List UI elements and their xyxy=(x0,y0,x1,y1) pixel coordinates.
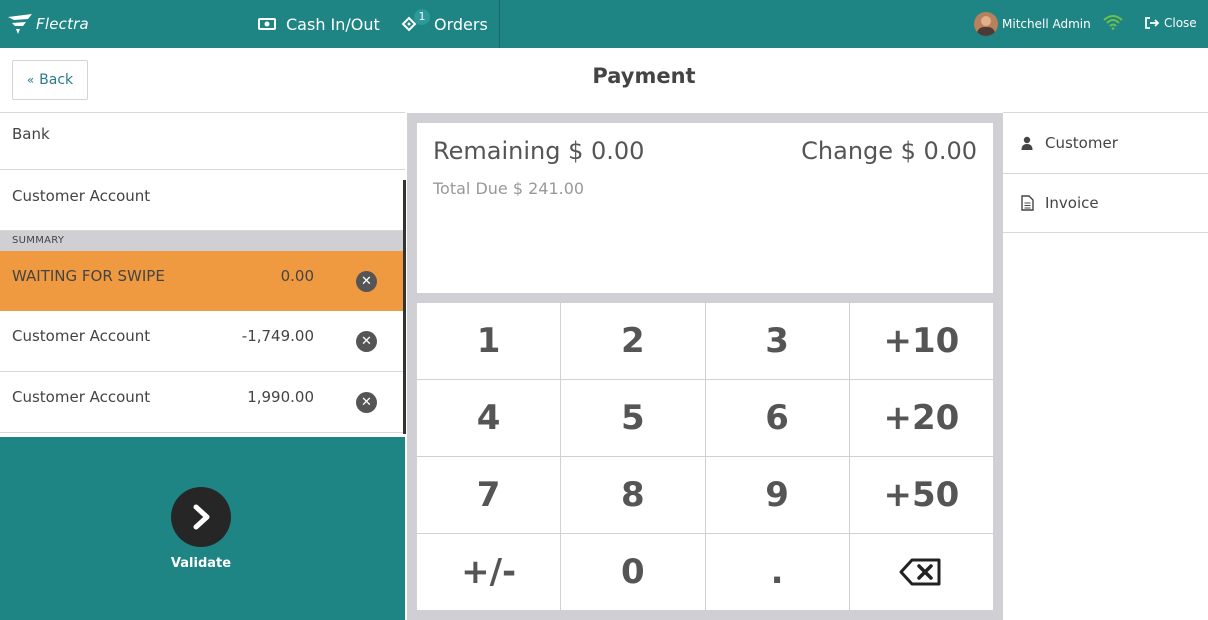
payment-line[interactable]: WAITING FOR SWIPE 0.00 ✕ xyxy=(0,251,403,311)
numpad-key-0[interactable]: 0 xyxy=(561,534,705,610)
cash-in-out-label: Cash In/Out xyxy=(286,14,380,34)
numpad-key-2[interactable]: 2 xyxy=(561,303,705,379)
delete-line-icon[interactable]: ✕ xyxy=(356,331,377,352)
payment-methods-list: Bank Customer Account xyxy=(0,113,405,231)
close-label: Close xyxy=(1164,16,1197,30)
payment-line[interactable]: Customer Account -1,749.00 ✕ xyxy=(0,311,403,372)
top-bar: Flectra Cash In/Out 1 Orders Mitchell Ad… xyxy=(0,0,1208,48)
payment-method-label: Customer Account xyxy=(12,187,151,205)
numpad-key-3[interactable]: 3 xyxy=(705,303,849,379)
payment-line-amount[interactable]: 1,990.00 xyxy=(247,388,314,406)
sign-out-icon xyxy=(1145,17,1160,29)
numpad: 1 2 3 +10 4 5 6 +20 7 8 9 +50 +/- 0 . xyxy=(417,303,993,610)
numpad-key-8[interactable]: 8 xyxy=(561,457,705,533)
payment-center: Remaining $ 0.00 Change $ 0.00 Total Due… xyxy=(407,113,1003,620)
payment-line-amount[interactable]: 0.00 xyxy=(281,267,314,285)
numpad-key-5[interactable]: 5 xyxy=(561,380,705,456)
cash-icon xyxy=(258,18,276,30)
cash-in-out-button[interactable]: Cash In/Out xyxy=(258,0,380,48)
logo-text: Flectra xyxy=(36,15,89,33)
orders-count-badge: 1 xyxy=(414,9,430,25)
payment-method-customer-account[interactable]: Customer Account xyxy=(0,170,405,231)
orders-label: Orders xyxy=(434,14,488,34)
avatar xyxy=(974,12,998,36)
numpad-key-4[interactable]: 4 xyxy=(417,380,561,456)
validate-area: Validate xyxy=(0,437,405,620)
payment-line-amount[interactable]: -1,749.00 xyxy=(242,327,314,345)
numpad-key-6[interactable]: 6 xyxy=(705,380,849,456)
summary-header: SUMMARY xyxy=(0,231,403,251)
payment-line[interactable]: Customer Account 1,990.00 ✕ xyxy=(0,372,403,433)
payment-status: Remaining $ 0.00 Change $ 0.00 Total Due… xyxy=(417,123,993,293)
numpad-key-sign[interactable]: +/- xyxy=(417,534,561,610)
page-title: Payment xyxy=(592,64,696,88)
scrollbar[interactable] xyxy=(403,180,406,434)
document-icon xyxy=(1019,195,1035,211)
close-button[interactable]: Close xyxy=(1144,14,1197,32)
numpad-backspace[interactable] xyxy=(849,534,993,610)
change-amount: Change $ 0.00 xyxy=(801,137,977,165)
numpad-key-7[interactable]: 7 xyxy=(417,457,561,533)
payment-lines: WAITING FOR SWIPE 0.00 ✕ Customer Accoun… xyxy=(0,251,403,433)
validate-label: Validate xyxy=(170,556,232,571)
numpad-key-plus-10[interactable]: +10 xyxy=(849,303,993,379)
payment-method-label: Bank xyxy=(12,125,50,143)
user-menu[interactable]: Mitchell Admin xyxy=(974,12,1091,36)
remaining-amount: Remaining $ 0.00 xyxy=(433,137,645,165)
customer-label: Customer xyxy=(1045,134,1118,152)
delete-line-icon[interactable]: ✕ xyxy=(356,271,377,292)
payment-line-name: WAITING FOR SWIPE xyxy=(12,267,165,285)
numpad-key-decimal[interactable]: . xyxy=(705,534,849,610)
payment-method-bank[interactable]: Bank xyxy=(0,113,405,170)
nav-separator xyxy=(499,0,500,48)
invoice-label: Invoice xyxy=(1045,194,1099,212)
validate-button[interactable] xyxy=(171,487,231,547)
numpad-key-plus-20[interactable]: +20 xyxy=(849,380,993,456)
chevron-right-icon xyxy=(193,504,210,530)
wifi-icon xyxy=(1103,15,1123,30)
invoice-button[interactable]: Invoice xyxy=(1003,173,1208,233)
numpad-key-1[interactable]: 1 xyxy=(417,303,561,379)
numpad-key-plus-50[interactable]: +50 xyxy=(849,457,993,533)
flectra-logo[interactable]: Flectra xyxy=(6,12,89,36)
payment-line-name: Customer Account xyxy=(12,327,151,345)
orders-button[interactable]: 1 Orders xyxy=(400,0,488,48)
numpad-key-9[interactable]: 9 xyxy=(705,457,849,533)
payment-line-name: Customer Account xyxy=(12,388,151,406)
backspace-icon xyxy=(899,558,941,586)
user-name: Mitchell Admin xyxy=(1002,17,1091,31)
right-panel: Customer Invoice xyxy=(1003,112,1208,233)
customer-button[interactable]: Customer xyxy=(1003,112,1208,173)
user-icon xyxy=(1019,136,1035,150)
total-due: Total Due $ 241.00 xyxy=(433,179,585,198)
delete-line-icon[interactable]: ✕ xyxy=(356,392,377,413)
flectra-logo-icon xyxy=(8,14,32,34)
